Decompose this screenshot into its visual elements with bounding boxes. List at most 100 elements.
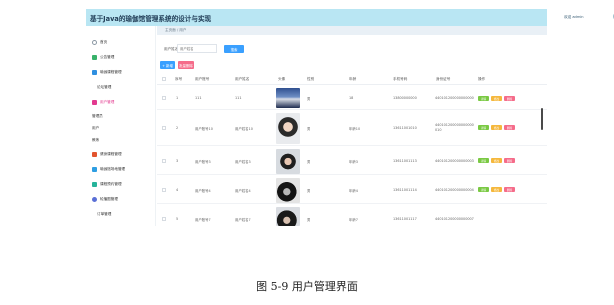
cell-gender: 男 — [307, 97, 311, 101]
cell-idcard: 440101200000000007 — [435, 217, 474, 221]
sidebar-item-venue[interactable]: 瑜伽馆场地管理 — [92, 165, 125, 173]
cell-index: 3 — [176, 159, 179, 163]
select-all-checkbox[interactable] — [162, 77, 166, 81]
column-header: 性别 — [307, 77, 315, 81]
fitness-icon — [92, 151, 97, 157]
sidebar-item-home[interactable]: 首页 — [92, 38, 107, 46]
batch-delete-button[interactable]: 批量删除 — [178, 61, 194, 69]
sidebar-item-orders[interactable]: 订单管理 — [97, 210, 111, 218]
sidebar-item-label: 首页 — [100, 39, 108, 44]
cell-idcard: 440101200000000004 — [435, 188, 474, 192]
screenshot-page: 基于Java的瑜伽馆管理系统的设计与实现 欢迎 admin ▾ 主页面 / 用户… — [0, 0, 614, 305]
cell-index: 1 — [176, 96, 179, 100]
column-header: 操作 — [478, 77, 486, 81]
home-icon — [92, 39, 97, 45]
cell-phone: 13800000000 — [393, 96, 417, 100]
delete-button[interactable]: 删除 — [504, 125, 515, 130]
sidebar-item-label: 健身课程管理 — [100, 151, 122, 156]
column-header: 身份证号 — [436, 77, 451, 81]
column-header: 用户姓名 — [235, 77, 250, 81]
cell-name: 用户姓名3 — [235, 160, 251, 164]
cell-account: 用户账号10 — [195, 127, 213, 131]
sidebar-item-fitness-course[interactable]: 健身课程管理 — [92, 150, 122, 158]
sidebar-item-label: 用户 — [92, 125, 100, 130]
add-button[interactable]: + 新增 — [160, 61, 175, 69]
cell-index: 2 — [176, 126, 179, 130]
avatar-image — [276, 149, 300, 174]
sidebar-item-label: 论坛管理 — [97, 84, 112, 89]
sidebar-item-label: 管理员 — [92, 113, 103, 118]
edit-button[interactable]: 修改 — [491, 158, 502, 163]
notice-icon — [92, 54, 97, 60]
table-row: 5 用户账号7 用户姓名7 男 年龄7 13611001117 44010120… — [157, 205, 547, 226]
cell-name: 用户姓名4 — [235, 189, 251, 193]
sidebar: 首页 公告管理 瑜伽课程管理 论坛管理 用户管理 管理员 用户 教练 健身课程管… — [86, 26, 156, 226]
detail-button[interactable]: 详情 — [478, 158, 489, 163]
cell-index: 5 — [176, 217, 179, 221]
cell-age: 年龄10 — [349, 127, 361, 131]
detail-button[interactable]: 详情 — [478, 187, 489, 192]
sidebar-item-label: 瑜伽馆场地管理 — [100, 166, 126, 171]
sidebar-item-notice[interactable]: 公告管理 — [92, 53, 114, 61]
sidebar-item-user[interactable]: 用户 — [92, 124, 99, 132]
top-header-bar: 基于Java的瑜伽馆管理系统的设计与实现 欢迎 admin ▾ — [86, 9, 614, 26]
row-checkbox[interactable] — [162, 126, 166, 130]
sidebar-item-reservation[interactable]: 课程预约管理 — [92, 180, 122, 188]
breadcrumb-home[interactable]: 主页面 — [165, 28, 176, 32]
avatar-image — [276, 88, 300, 108]
delete-button[interactable]: 删除 — [504, 158, 515, 163]
search-button[interactable]: 搜索 — [224, 45, 244, 53]
breadcrumb-current: 用户 — [179, 28, 187, 32]
detail-button[interactable]: 详情 — [478, 96, 489, 101]
edit-button[interactable]: 修改 — [491, 96, 502, 101]
sidebar-item-carousel[interactable]: 轮播图管理 — [92, 195, 118, 203]
sidebar-item-forum[interactable]: 论坛管理 — [97, 83, 111, 91]
edit-button[interactable]: 修改 — [491, 187, 502, 192]
cell-name: 用户姓名7 — [235, 218, 251, 222]
cell-age: 18 — [349, 96, 354, 100]
vertical-scrollbar[interactable] — [541, 108, 543, 130]
cell-account: 111 — [195, 96, 202, 100]
search-input[interactable] — [177, 44, 217, 53]
venue-icon — [92, 166, 97, 172]
breadcrumb: 主页面 / 用户 — [157, 26, 547, 35]
carousel-icon — [92, 196, 97, 202]
column-header: 用户账号 — [195, 77, 210, 81]
row-checkbox[interactable] — [162, 159, 166, 163]
cell-name: 用户姓名10 — [235, 127, 253, 131]
sidebar-item-yoga-course[interactable]: 瑜伽课程管理 — [92, 68, 122, 76]
user-icon — [92, 99, 97, 105]
row-checkbox[interactable] — [162, 217, 166, 221]
cell-idcard: 440101200000000003 — [435, 159, 474, 163]
delete-button[interactable]: 删除 — [504, 187, 515, 192]
cell-index: 4 — [176, 188, 179, 192]
table-row: 3 用户账号3 用户姓名3 男 年龄3 13611001113 44010120… — [157, 147, 547, 175]
cell-gender: 男 — [307, 218, 311, 222]
figure-caption: 图 5-9 用户管理界面 — [256, 280, 358, 293]
cell-phone: 13611001114 — [393, 188, 417, 192]
table-row: 1 111 111 男 18 13800000000 4401012000000… — [157, 86, 547, 110]
cell-age: 年龄4 — [349, 189, 358, 193]
row-checkbox[interactable] — [162, 188, 166, 192]
avatar-image — [276, 178, 300, 203]
sidebar-item-label: 瑜伽课程管理 — [100, 69, 122, 74]
sidebar-item-label: 公告管理 — [100, 54, 115, 59]
cell-account: 用户账号4 — [195, 189, 211, 193]
table-row: 4 用户账号4 用户姓名4 男 年龄4 13611001114 44010120… — [157, 176, 547, 204]
sidebar-item-label: 课程预约管理 — [100, 181, 122, 186]
edit-button[interactable]: 修改 — [491, 125, 502, 130]
cell-account: 用户账号3 — [195, 160, 211, 164]
table-header: 序号 用户账号 用户姓名 头像 性别 年龄 手机号码 身份证号 操作 — [157, 74, 547, 85]
sidebar-item-label: 用户管理 — [100, 99, 115, 104]
sidebar-item-admins[interactable]: 管理员 — [92, 112, 103, 120]
cell-phone: 13611001010 — [393, 126, 417, 130]
sidebar-item-coach[interactable]: 教练 — [92, 136, 99, 144]
sidebar-item-users[interactable]: 用户管理 — [92, 98, 114, 106]
avatar-image — [276, 113, 300, 144]
row-checkbox[interactable] — [162, 96, 166, 100]
avatar-image — [276, 207, 300, 226]
sidebar-item-label: 订单管理 — [97, 211, 112, 216]
delete-button[interactable]: 删除 — [504, 96, 515, 101]
detail-button[interactable]: 详情 — [478, 125, 489, 130]
cell-gender: 男 — [307, 127, 311, 131]
